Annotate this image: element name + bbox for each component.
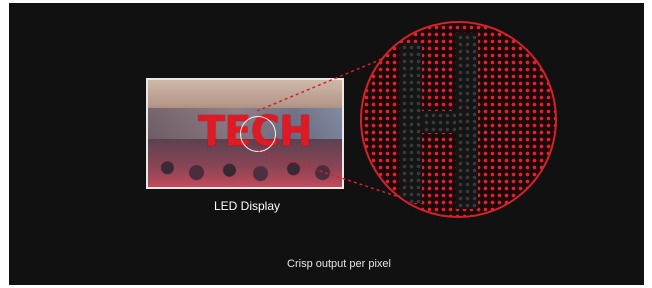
unlit-pixel-column-right (456, 33, 478, 209)
led-display-photo: TECH (146, 78, 344, 189)
led-display-label: LED Display (213, 199, 281, 213)
illustration-caption: Crisp output per pixel (287, 258, 391, 270)
magnify-focus-ring (240, 116, 276, 152)
unlit-pixel-column-left (400, 43, 422, 203)
illustration-panel: TECH LED Display Crisp output per pixel (9, 3, 644, 285)
unlit-pixel-bar (422, 111, 456, 133)
led-pixel-magnifier (360, 21, 557, 218)
